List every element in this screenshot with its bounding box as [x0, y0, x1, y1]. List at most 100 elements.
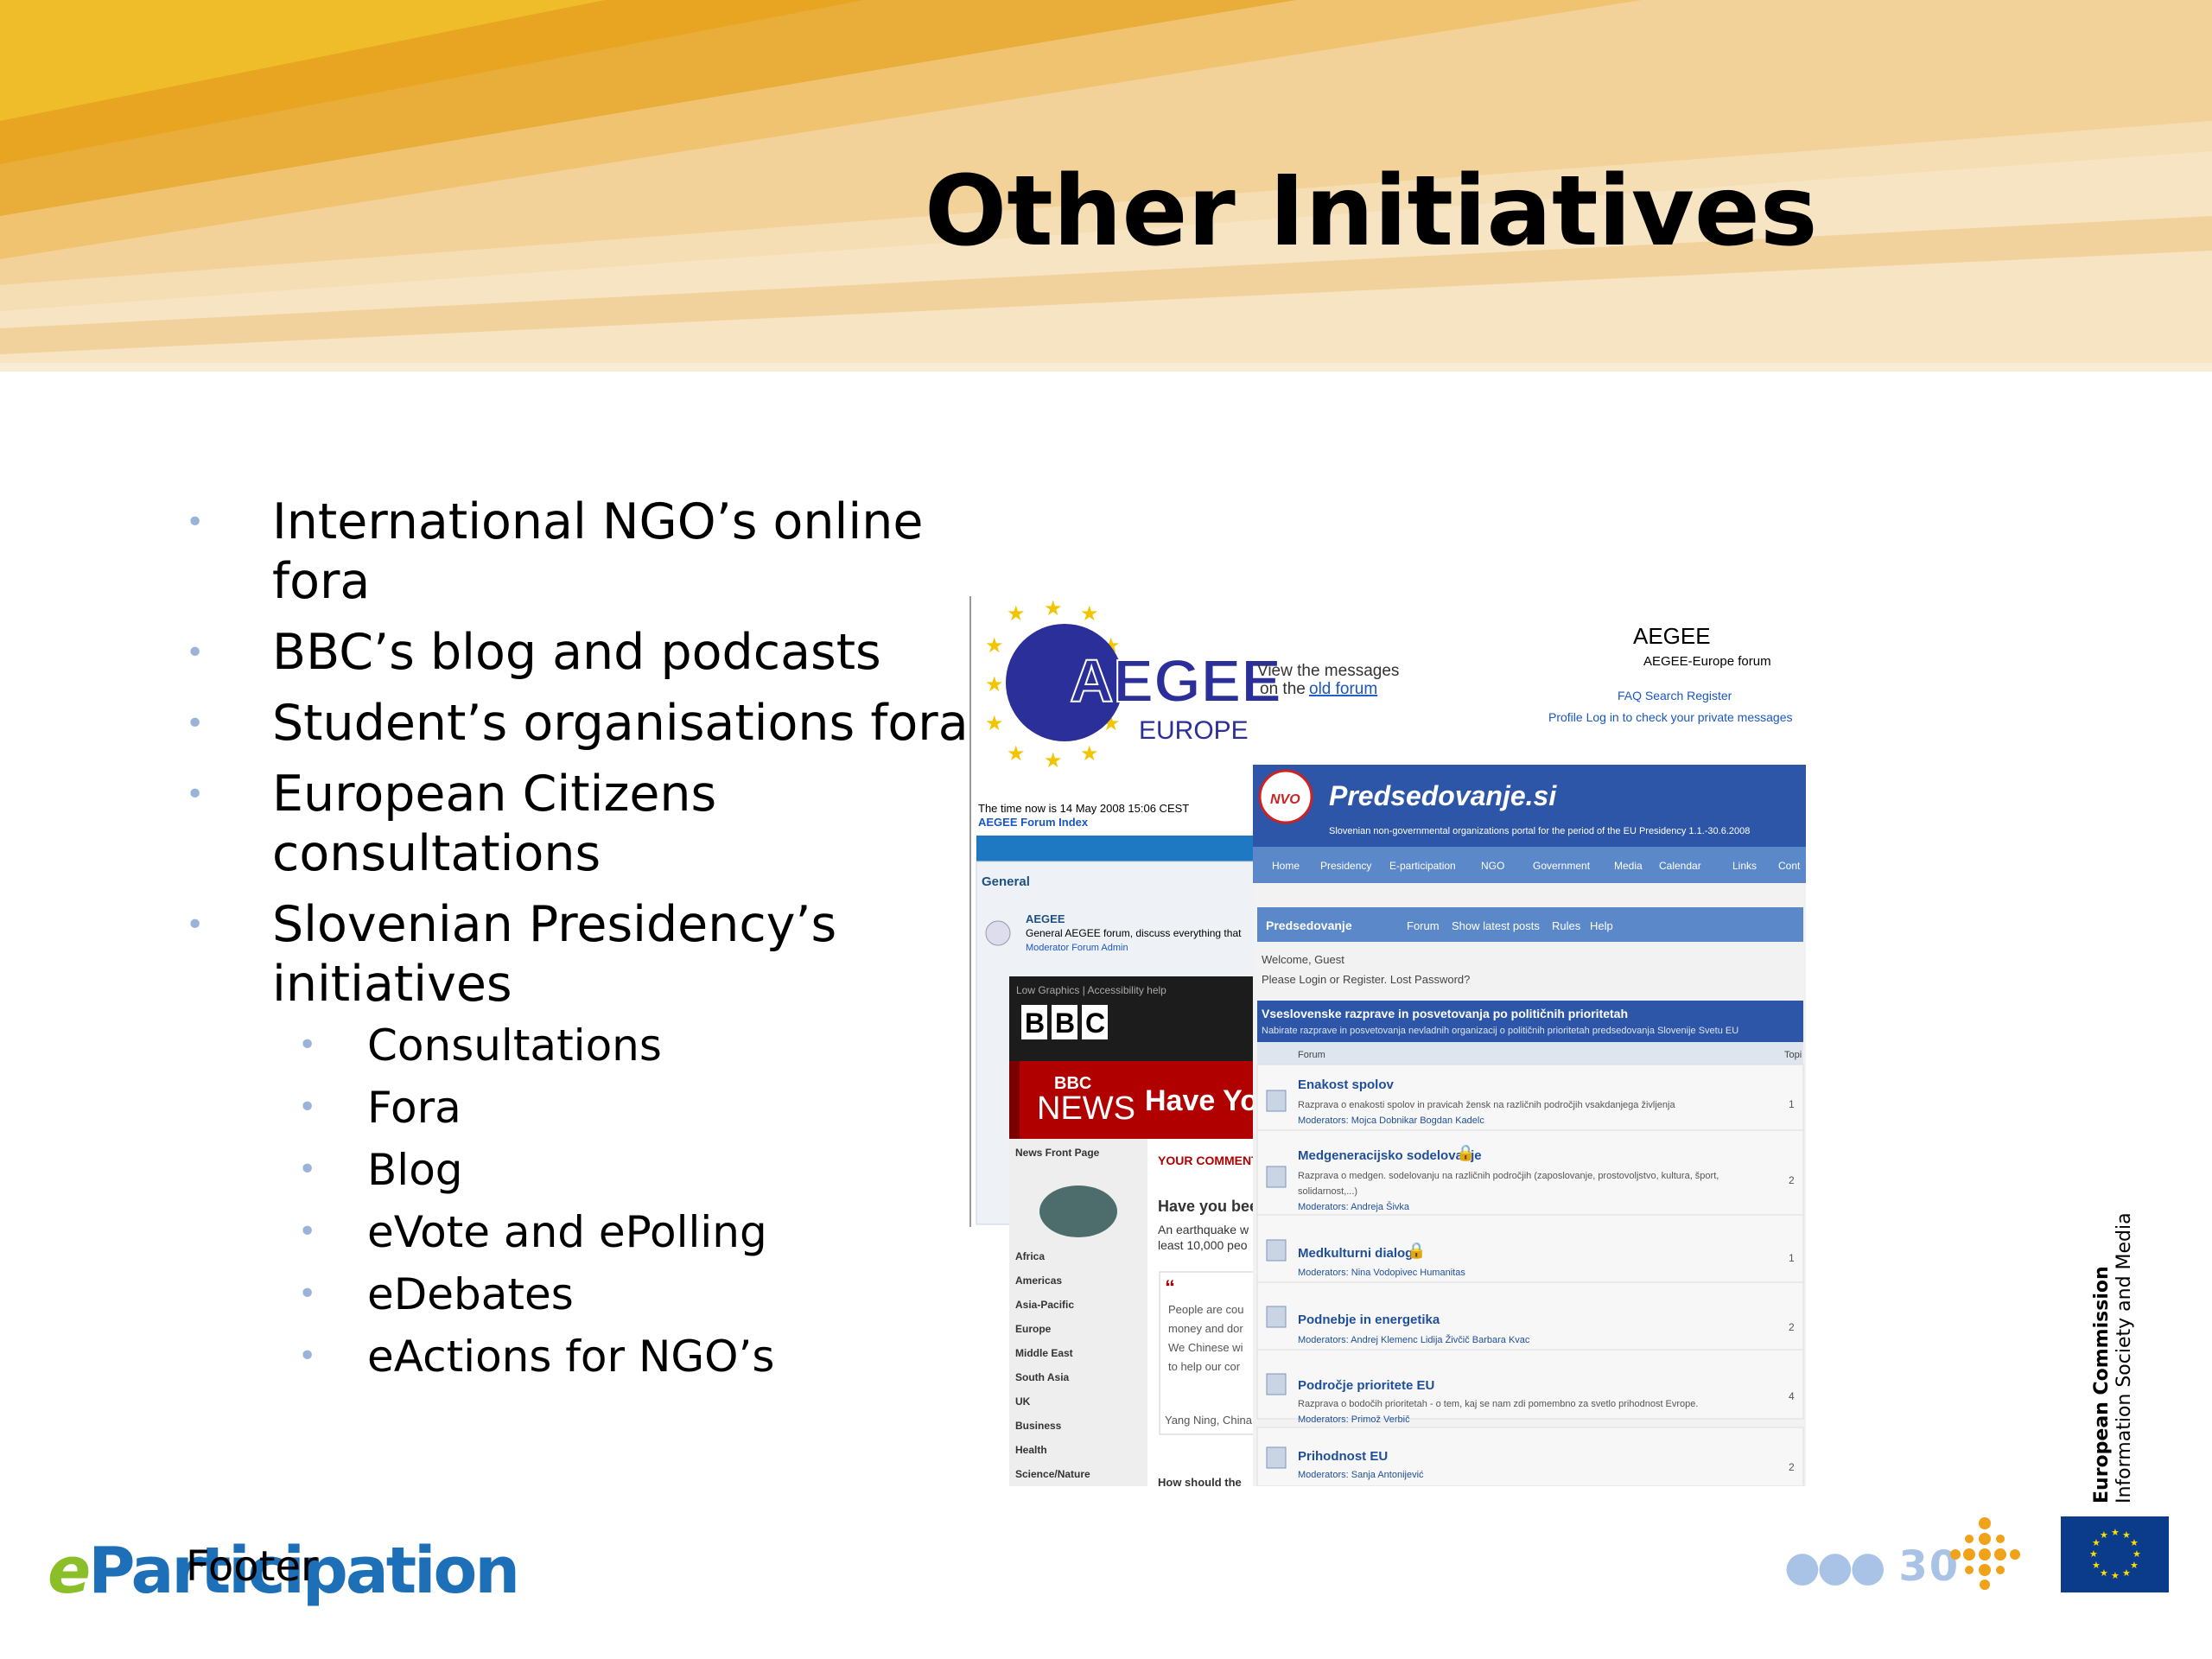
- predsedovanje-title: Predsedovanje.si: [1329, 780, 1557, 811]
- aegee-links[interactable]: FAQ Search Register: [1618, 689, 1732, 702]
- svg-text:★: ★: [1007, 742, 1026, 766]
- forum-row-title[interactable]: Medkulturni dialog: [1298, 1246, 1413, 1261]
- presid-nav-item[interactable]: Presidency: [1320, 860, 1371, 872]
- presid-nav-item[interactable]: Cont: [1778, 860, 1801, 872]
- presid-nav-item[interactable]: Links: [1732, 860, 1757, 872]
- forum-row-title[interactable]: Podnebje in energetika: [1298, 1313, 1440, 1327]
- svg-text:★: ★: [1007, 602, 1026, 626]
- bbc-logo-icon: BBC: [1021, 1005, 1108, 1039]
- svg-text:Moderators: Mojca Dobnikar B: Moderators: Mojca Dobnikar Bogdan Kadelc: [1298, 1116, 1484, 1126]
- footer-text: Footer: [186, 1542, 318, 1591]
- bullet-item: • Slovenian Presidency’s initiatives: [186, 896, 837, 1013]
- bullet-dot-icon: •: [186, 777, 205, 812]
- svg-text:General AEGEE forum, discuss e: General AEGEE forum, discuss everything …: [1026, 927, 1242, 939]
- bbc-nav-item[interactable]: Middle East: [1015, 1347, 1073, 1359]
- svg-text:Moderators: Andreja Šivka: Moderators: Andreja Šivka: [1298, 1201, 1410, 1212]
- svg-text:★: ★: [2089, 1548, 2098, 1560]
- svg-text:Moderators: Primož Verbič: Moderators: Primož Verbič: [1298, 1414, 1410, 1425]
- screenshot-collage: ★ ★ ★ ★★★ ★ ★ ★ ★★ AEGEE EUROPE View the mes…: [968, 596, 1806, 1486]
- svg-text:★: ★: [985, 634, 1004, 658]
- bbc-nav-item[interactable]: Business: [1015, 1420, 1062, 1432]
- bullet-dot-icon: •: [298, 1027, 317, 1063]
- svg-text:on the: on the: [1260, 680, 1306, 698]
- bullet-dot-icon: •: [298, 1214, 317, 1249]
- svg-text:★: ★: [2130, 1537, 2139, 1548]
- svg-text:AEGEE: AEGEE: [1633, 623, 1711, 649]
- presid-bar-link[interactable]: Rules: [1552, 919, 1581, 932]
- forum-topic-icon: [1266, 1166, 1287, 1188]
- predsedovanje-forum-screenshot: NVO Predsedovanje.si Slovenian non-gover…: [1253, 765, 1806, 1486]
- forum-row-title[interactable]: Medgeneracijsko sodelovanje: [1298, 1148, 1482, 1163]
- svg-text:View the messages: View the messages: [1257, 662, 1399, 680]
- forum-topic-icon: [1266, 1239, 1287, 1262]
- forum-topic-icon: [1266, 1446, 1287, 1469]
- presid-nav-item[interactable]: E-participation: [1389, 860, 1456, 872]
- bullet-dot-icon: •: [186, 505, 205, 540]
- forum-row-title[interactable]: Enakost spolov: [1298, 1077, 1395, 1092]
- presid-bar-link[interactable]: Help: [1590, 919, 1613, 932]
- svg-text:solidarnost,...): solidarnost,...): [1298, 1186, 1357, 1197]
- bullet-dot-icon: •: [186, 635, 205, 671]
- svg-text:C: C: [1085, 1007, 1105, 1039]
- lock-icon: 🔒: [1407, 1242, 1426, 1259]
- bbc-nav-item[interactable]: Americas: [1015, 1274, 1062, 1287]
- eu-flag-icon: ★ ★★★ ★★★★ ★★★★: [2061, 1516, 2169, 1592]
- forum-row-title[interactable]: Prihodnost EU: [1298, 1449, 1388, 1464]
- svg-text:Low Graphics | Accessibility h: Low Graphics | Accessibility help: [1016, 984, 1166, 996]
- svg-text:General: General: [982, 874, 1030, 889]
- svg-text:money and dor: money and dor: [1168, 1322, 1243, 1335]
- bbc-nav-item[interactable]: Europe: [1015, 1323, 1052, 1335]
- bbc-nav-item[interactable]: News Front Page: [1015, 1147, 1100, 1159]
- bbc-nav-item[interactable]: Health: [1015, 1444, 1047, 1456]
- forum-topic-icon: [1266, 1306, 1287, 1328]
- svg-text:AEGEE-Europe forum: AEGEE-Europe forum: [1643, 654, 1771, 669]
- bullet-item: • European Citizens consultations: [186, 766, 717, 882]
- svg-text:Topi: Topi: [1784, 1050, 1802, 1060]
- dots-icon: ●●●: [1784, 1542, 1886, 1591]
- forum-topic-icon: [1266, 1373, 1287, 1395]
- old-forum-link[interactable]: old forum: [1309, 680, 1377, 698]
- svg-text:An earthquake w: An earthquake w: [1158, 1223, 1249, 1236]
- svg-text:YOUR COMMENT: YOUR COMMENT: [1158, 1154, 1259, 1167]
- presid-nav-item[interactable]: Government: [1533, 860, 1591, 872]
- svg-text:Have you bee: Have you bee: [1158, 1198, 1258, 1215]
- bbc-news-label: NEWS: [1037, 1090, 1135, 1127]
- svg-text:Moderator Forum Admin: Moderator Forum Admin: [1026, 943, 1128, 953]
- bbc-nav-item[interactable]: Asia-Pacific: [1015, 1299, 1074, 1311]
- forum-row-title[interactable]: Področje prioritete EU: [1298, 1378, 1434, 1393]
- bbc-nav-item[interactable]: South Asia: [1015, 1371, 1070, 1383]
- sub-bullet-item: • eVote and ePolling: [298, 1207, 767, 1257]
- svg-text:★: ★: [1044, 749, 1063, 772]
- svg-text:1: 1: [1789, 1252, 1795, 1264]
- svg-text:2: 2: [1789, 1174, 1795, 1186]
- bbc-nav-item[interactable]: Science/Nature: [1015, 1468, 1090, 1480]
- presid-nav-item[interactable]: NGO: [1481, 860, 1504, 872]
- svg-text:People are cou: People are cou: [1168, 1303, 1243, 1316]
- svg-text:★: ★: [1044, 597, 1063, 620]
- presid-bar-link[interactable]: Show latest posts: [1452, 919, 1540, 932]
- sub-bullet-item: • eActions for NGO’s: [298, 1332, 775, 1382]
- bullet-dot-icon: •: [298, 1090, 317, 1125]
- presid-nav-item[interactable]: Media: [1614, 860, 1643, 872]
- quote-icon: “: [1165, 1276, 1175, 1300]
- aegee-links-2[interactable]: Profile Log in to check your private mes…: [1548, 710, 1792, 724]
- bbc-nav-item[interactable]: Africa: [1015, 1250, 1045, 1262]
- svg-text:We Chinese wi: We Chinese wi: [1168, 1341, 1243, 1354]
- svg-text:4: 4: [1789, 1390, 1795, 1402]
- svg-text:★: ★: [985, 712, 1004, 735]
- bbc-nav-item[interactable]: UK: [1015, 1395, 1031, 1408]
- presid-bar-link[interactable]: Forum: [1407, 919, 1440, 932]
- sub-bullet-item: • Fora: [298, 1083, 461, 1133]
- sub-bullet-item: • Blog: [298, 1145, 463, 1195]
- presid-nav-item[interactable]: Calendar: [1659, 860, 1701, 872]
- svg-text:★: ★: [1080, 602, 1099, 626]
- sub-bullet-list: • Consultations • Fora • Blog • eVote and eP…: [181, 1020, 976, 1393]
- svg-text:Moderators: Nina Vodopivec H: Moderators: Nina Vodopivec Humanitas: [1298, 1268, 1465, 1278]
- forum-folder-icon: [985, 920, 1011, 946]
- svg-text:Please Login or Register. Lo: Please Login or Register. Lost Password?: [1262, 973, 1470, 986]
- world-map-icon: [1039, 1185, 1117, 1237]
- svg-text:★: ★: [2111, 1570, 2120, 1581]
- svg-text:★: ★: [2133, 1548, 2141, 1560]
- presid-nav-item[interactable]: Home: [1272, 860, 1300, 872]
- bullet-dot-icon: •: [298, 1152, 317, 1187]
